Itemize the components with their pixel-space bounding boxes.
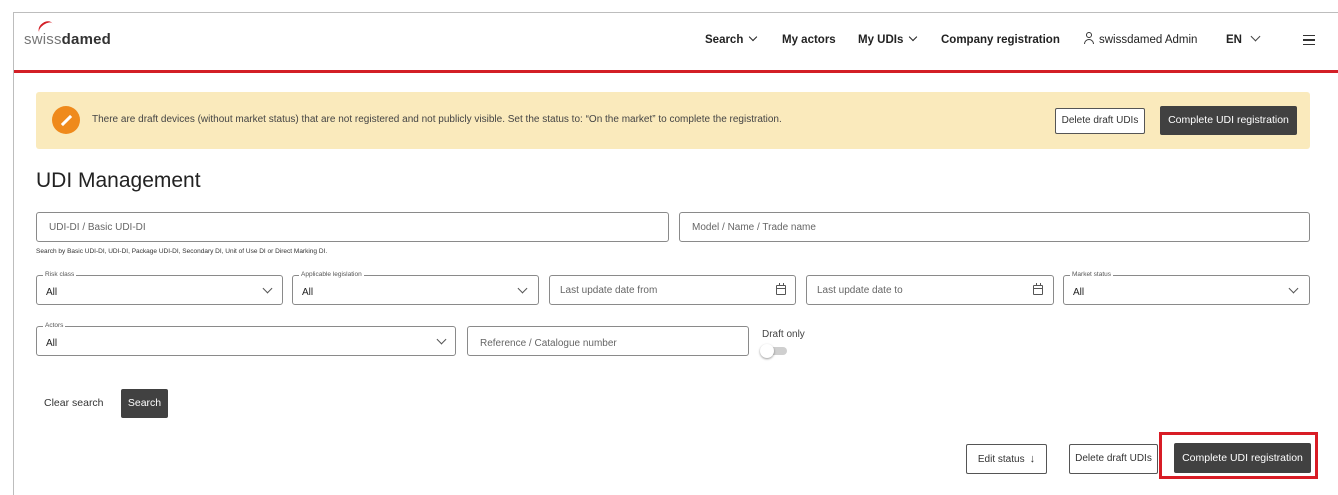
chevron-down-icon <box>517 283 528 294</box>
language-selector[interactable]: EN <box>1226 34 1242 46</box>
chevron-down-icon <box>749 32 758 42</box>
calendar-icon[interactable] <box>776 283 786 295</box>
user-icon <box>1083 32 1095 44</box>
alert-delete-draft-udis-button[interactable]: Delete draft UDIs <box>1055 108 1145 134</box>
nav-company-registration[interactable]: Company registration <box>941 34 1060 46</box>
chevron-down-icon[interactable] <box>1250 31 1261 42</box>
top-navigation-bar: swissdamed Search My actors My UDIs Comp… <box>14 13 1338 73</box>
arrow-down-icon: ↓ <box>1029 453 1036 465</box>
app-frame: swissdamed Search My actors My UDIs Comp… <box>13 12 1338 495</box>
draft-devices-alert: There are draft devices (without market … <box>36 92 1310 149</box>
alert-message: There are draft devices (without market … <box>92 114 782 125</box>
udi-search-input[interactable]: UDI-DI / Basic UDI-DI <box>36 212 669 242</box>
last-update-date-from-input[interactable]: Last update date from <box>549 275 796 305</box>
udi-search-hint: Search by Basic UDI-DI, UDI-DI, Package … <box>36 248 328 255</box>
hamburger-menu-icon[interactable] <box>1303 35 1315 45</box>
chevron-down-icon <box>262 283 273 294</box>
edit-status-button[interactable]: Edit status ↓ <box>966 444 1047 474</box>
nav-my-actors[interactable]: My actors <box>782 34 836 46</box>
chevron-down-icon <box>909 32 918 42</box>
draft-only-toggle[interactable] <box>760 344 788 358</box>
market-status-select[interactable]: Market status All <box>1063 270 1310 305</box>
nav-search[interactable]: Search <box>705 32 758 46</box>
model-name-input[interactable]: Model / Name / Trade name <box>679 212 1310 242</box>
delete-draft-udis-button[interactable]: Delete draft UDIs <box>1069 444 1158 474</box>
search-button[interactable]: Search <box>121 389 168 418</box>
chevron-down-icon <box>436 334 447 345</box>
calendar-icon[interactable] <box>1033 283 1043 295</box>
swissdamed-logo[interactable]: swissdamed <box>24 18 111 48</box>
pencil-icon <box>52 106 80 134</box>
highlight-annotation-box <box>1159 432 1318 479</box>
user-menu[interactable]: swissdamed Admin <box>1083 32 1197 46</box>
actors-select[interactable]: Actors All <box>36 321 456 356</box>
last-update-date-to-input[interactable]: Last update date to <box>806 275 1054 305</box>
alert-complete-udi-registration-button[interactable]: Complete UDI registration <box>1160 106 1297 135</box>
reference-catalogue-input[interactable]: Reference / Catalogue number <box>467 326 749 356</box>
risk-class-select[interactable]: Risk class All <box>36 270 283 305</box>
chevron-down-icon <box>1288 283 1299 294</box>
applicable-legislation-select[interactable]: Applicable legislation All <box>292 270 539 305</box>
page-title: UDI Management <box>36 169 201 192</box>
draft-only-label: Draft only <box>762 329 805 340</box>
clear-search-button[interactable]: Clear search <box>44 397 104 409</box>
nav-my-udis[interactable]: My UDIs <box>858 32 918 46</box>
